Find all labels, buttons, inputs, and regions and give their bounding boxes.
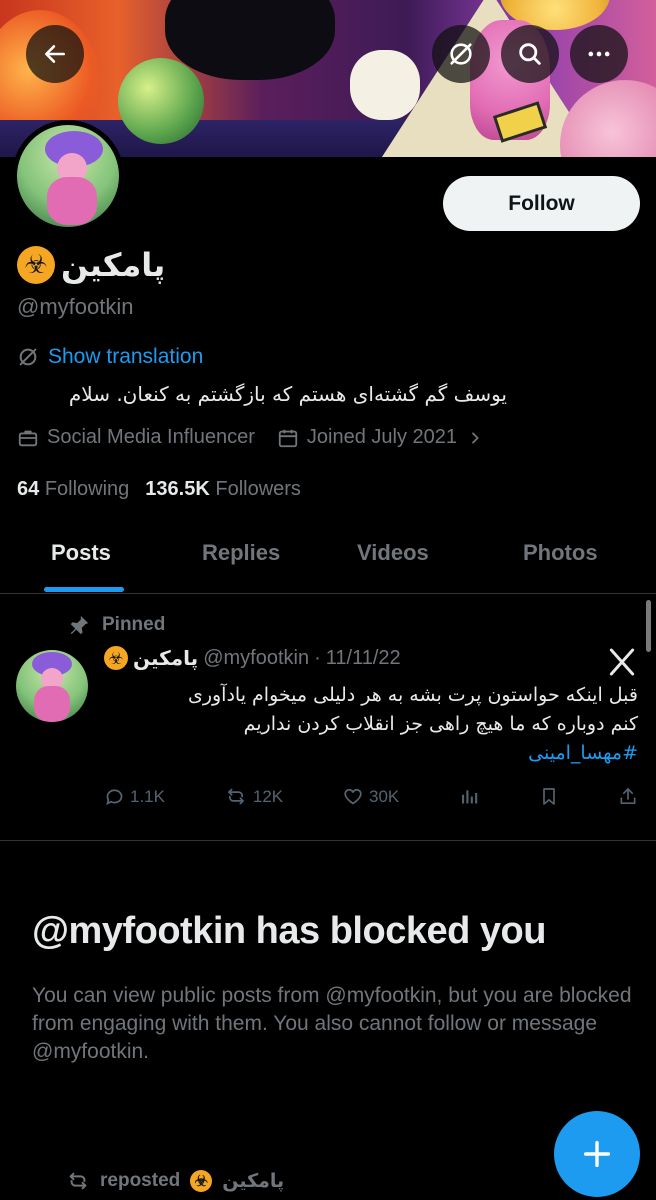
profile-joined-date[interactable]: Joined July 2021 <box>307 426 457 449</box>
following-link[interactable]: 64 Following <box>17 478 129 501</box>
profile-tabs: Posts Replies Videos Photos <box>0 524 656 594</box>
like-button[interactable]: 30K <box>342 786 399 807</box>
profile-avatar[interactable] <box>12 120 124 232</box>
biohazard-icon: ☣ <box>190 1170 213 1192</box>
translate-icon <box>19 348 37 366</box>
banner-art-dog <box>350 50 420 120</box>
search-icon <box>519 43 541 65</box>
banner-art-green-planet <box>118 58 204 144</box>
reposted-by-name[interactable]: پامکین <box>222 1170 284 1192</box>
share-button[interactable] <box>618 786 638 807</box>
avatar-image <box>17 125 119 227</box>
share-icon <box>620 788 636 804</box>
profile-name-row: ☣ پامکین <box>17 246 165 284</box>
grok-icon <box>450 43 472 65</box>
reply-count: 1.1K <box>130 786 165 806</box>
biohazard-icon: ☣ <box>104 646 128 670</box>
post-author-avatar[interactable] <box>16 650 88 722</box>
more-horizontal-icon <box>588 51 610 57</box>
views-button[interactable] <box>458 786 480 807</box>
pinned-label: Pinned <box>102 614 166 635</box>
profile-meta-row: Social Media Influencer Joined July 2021 <box>17 426 483 449</box>
more-button[interactable] <box>570 25 628 83</box>
profile-category: Social Media Influencer <box>47 426 255 448</box>
biohazard-icon: ☣ <box>17 246 55 284</box>
profile-handle: @myfootkin <box>17 294 134 319</box>
following-count: 64 <box>17 478 40 500</box>
post-body[interactable]: قبل اینکه حواستون پرت بشه به هر دلیلی می… <box>104 681 638 768</box>
tab-posts[interactable]: Posts <box>51 540 111 566</box>
post-actions: 1.1K 12K 30K <box>104 786 638 807</box>
reply-button[interactable]: 1.1K <box>104 786 165 807</box>
repost-indicator: reposted ☣ پامکین <box>66 1170 284 1192</box>
profile-bio: یوسف گم گشته‌ای هستم که بازگشتم به کنعان… <box>68 382 507 406</box>
tab-replies[interactable]: Replies <box>202 540 280 566</box>
plus-icon <box>583 1140 611 1168</box>
show-translation-label: Show translation <box>48 345 204 368</box>
post-text-line: قبل اینکه حواستون پرت بشه به هر دلیلی می… <box>187 684 638 706</box>
compose-post-button[interactable] <box>554 1111 640 1197</box>
pin-icon <box>70 615 89 635</box>
profile-stats: 64 Following 136.5K Followers <box>17 478 301 501</box>
post-author-handle[interactable]: @myfootkin <box>203 647 309 670</box>
post-separator: · <box>314 646 321 669</box>
profile-display-name: پامکین <box>61 246 166 284</box>
reposted-label: reposted <box>100 1170 181 1191</box>
post-header: ☣ پامکین @myfootkin · 11/11/22 <box>104 646 401 670</box>
bookmark-button[interactable] <box>539 786 559 807</box>
repost-button[interactable]: 12K <box>224 786 283 807</box>
briefcase-icon <box>18 430 38 446</box>
followers-label: Followers <box>215 478 301 500</box>
blocked-message: You can view public posts from @myfootki… <box>32 984 632 1063</box>
repost-count: 12K <box>252 786 284 806</box>
calendar-icon <box>278 429 298 447</box>
tab-videos[interactable]: Videos <box>357 540 429 566</box>
section-divider <box>0 840 656 841</box>
heart-icon <box>344 788 362 805</box>
search-button[interactable] <box>501 25 559 83</box>
post-date[interactable]: 11/11/22 <box>326 647 401 670</box>
active-tab-indicator <box>44 587 124 592</box>
followers-count: 136.5K <box>145 478 210 500</box>
bookmark-icon <box>543 788 555 805</box>
like-count: 30K <box>369 786 400 806</box>
grok-button[interactable] <box>432 25 490 83</box>
tab-photos[interactable]: Photos <box>523 540 598 566</box>
show-translation-link[interactable]: Show translation <box>17 345 203 369</box>
follow-button[interactable]: Follow <box>443 176 640 231</box>
post-text-line: کنم دوباره که ما هیچ راهی جز انقلاب کردن… <box>243 713 638 735</box>
reply-icon <box>106 789 123 806</box>
repost-icon <box>228 788 244 805</box>
following-label: Following <box>44 478 130 500</box>
post-author-name[interactable]: پامکین <box>133 646 198 670</box>
banner-art-shadow <box>165 0 335 80</box>
post-hashtag[interactable]: #مهسا_امینی <box>104 739 638 768</box>
blocked-title: @myfootkin has blocked you <box>32 910 546 952</box>
pinned-indicator: Pinned <box>68 614 165 636</box>
arrow-left-icon <box>45 45 65 63</box>
x-logo-icon <box>609 648 635 676</box>
followers-link[interactable]: 136.5K Followers <box>145 478 301 501</box>
chevron-right-icon[interactable] <box>467 430 483 446</box>
repost-icon <box>69 1172 87 1190</box>
scrollbar[interactable] <box>646 600 651 652</box>
back-button[interactable] <box>26 25 84 83</box>
analytics-icon <box>462 790 478 804</box>
